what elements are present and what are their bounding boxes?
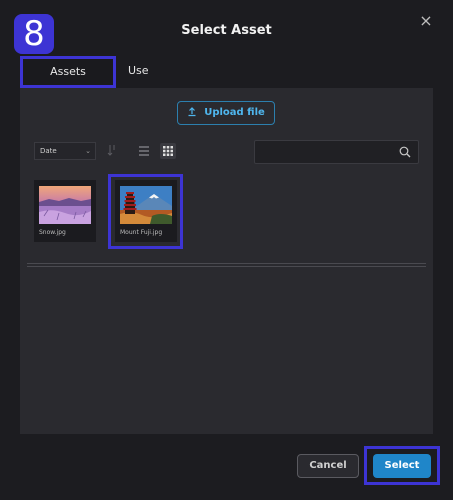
- tab-use-url[interactable]: Use URL: [116, 56, 162, 107]
- select-button-highlight: Select: [364, 446, 440, 485]
- library-toolbar: Date ⌄: [34, 140, 419, 165]
- dialog-title: Select Asset: [181, 23, 272, 38]
- sort-direction-icon[interactable]: [105, 144, 119, 158]
- list-view-icon[interactable]: [136, 143, 152, 159]
- search-field: [254, 140, 419, 165]
- sort-select-value: Date: [40, 147, 57, 155]
- divider: [27, 263, 426, 264]
- asset-thumbnail-mount-fuji: [120, 186, 172, 224]
- select-button[interactable]: Select: [373, 454, 431, 478]
- grid-view-icon[interactable]: [160, 143, 176, 159]
- tab-assets-library[interactable]: Assets Library: [20, 56, 116, 104]
- asset-card-snow[interactable]: Snow.jpg: [34, 180, 96, 242]
- divider: [27, 266, 426, 267]
- asset-card-mount-fuji[interactable]: Mount Fuji.jpg: [115, 180, 177, 242]
- asset-thumbnail-snow: [39, 186, 91, 224]
- upload-icon: [188, 107, 196, 117]
- upload-file-label: Upload file: [204, 107, 265, 118]
- upload-file-button[interactable]: Upload file: [177, 101, 275, 125]
- sort-select[interactable]: Date ⌄: [34, 142, 96, 160]
- cancel-button[interactable]: Cancel: [297, 454, 359, 478]
- chevron-down-icon: ⌄: [85, 147, 91, 155]
- search-icon[interactable]: [399, 146, 411, 158]
- assets-library-panel: Upload file Date ⌄ Snow.jpg Mount Fuji.j…: [20, 88, 433, 434]
- search-input[interactable]: [255, 141, 403, 165]
- close-icon[interactable]: ×: [417, 12, 435, 30]
- asset-name-snow: Snow.jpg: [39, 229, 66, 236]
- asset-name-mount-fuji: Mount Fuji.jpg: [120, 229, 163, 236]
